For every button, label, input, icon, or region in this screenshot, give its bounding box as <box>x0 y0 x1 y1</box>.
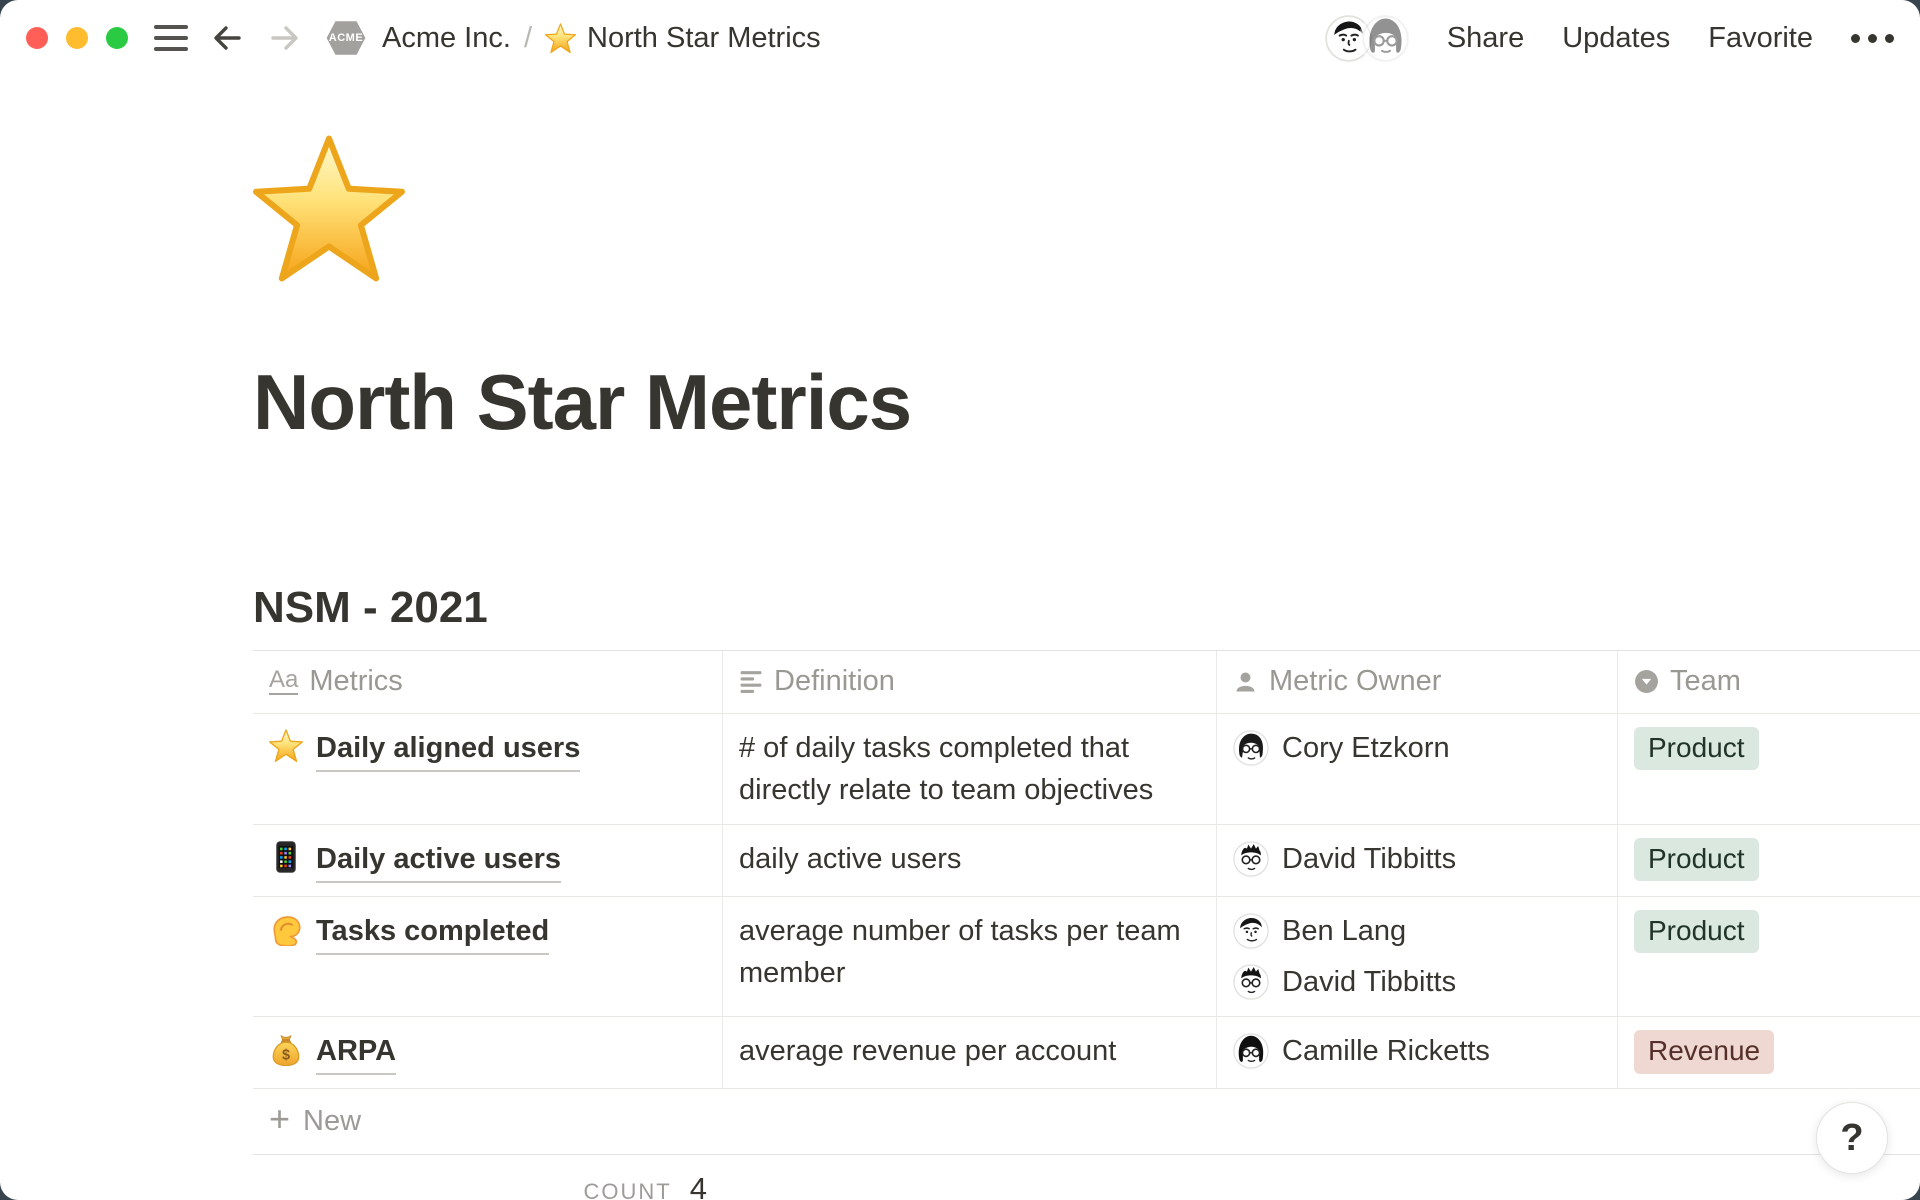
table-header-row: Aa Metrics Definition Metric Owner Team <box>253 650 1920 714</box>
question-mark-icon: ? <box>1840 1117 1863 1160</box>
table-row: Tasks completed average number of tasks … <box>253 897 1920 1017</box>
person-chip[interactable]: David Tibbitts <box>1233 838 1601 880</box>
mobile-phone-icon <box>269 840 303 874</box>
table-row: Daily aligned users # of daily tasks com… <box>253 714 1920 825</box>
back-button[interactable] <box>208 19 246 57</box>
metric-page-link[interactable]: ARPA <box>253 1017 723 1088</box>
team-cell[interactable]: Product <box>1618 897 1920 1016</box>
metric-name[interactable]: Tasks completed <box>316 910 549 955</box>
plus-icon: + <box>269 1101 290 1137</box>
sidebar-toggle-hamburger-icon[interactable] <box>154 25 188 51</box>
title-bar: ACME Acme Inc. / North Star Metrics Shar… <box>0 0 1920 76</box>
favorite-button[interactable]: Favorite <box>1708 22 1813 55</box>
person-chip[interactable]: David Tibbitts <box>1233 961 1601 1003</box>
metric-page-link[interactable]: Daily active users <box>253 825 723 896</box>
ben-avatar <box>1233 913 1269 949</box>
team-tag[interactable]: Product <box>1634 910 1759 954</box>
notion-window: ACME Acme Inc. / North Star Metrics Shar… <box>0 0 1920 1200</box>
column-header-team[interactable]: Team <box>1618 651 1920 713</box>
column-label: Metric Owner <box>1269 665 1441 698</box>
column-calculation[interactable]: COUNT 4 <box>253 1155 723 1200</box>
page-content: North Star Metrics NSM - 2021 Aa Metrics… <box>0 134 1920 1200</box>
owner-cell[interactable]: Cory Etzkorn <box>1217 714 1618 824</box>
star-icon <box>545 23 576 54</box>
section-heading[interactable]: NSM - 2021 <box>253 580 1920 635</box>
column-label: Definition <box>774 665 895 698</box>
window-controls <box>26 27 128 49</box>
more-options-ellipsis-icon[interactable] <box>1851 34 1894 43</box>
team-cell[interactable]: Product <box>1618 714 1920 824</box>
team-tag[interactable]: Product <box>1634 838 1759 882</box>
user-avatar-inactive[interactable] <box>1362 15 1409 62</box>
definition-cell[interactable]: average number of tasks per team member <box>723 897 1217 1016</box>
team-cell[interactable]: Revenue <box>1618 1017 1920 1088</box>
table-row: ARPA average revenue per account Camille… <box>253 1017 1920 1089</box>
close-window-button[interactable] <box>26 27 48 49</box>
new-row-label: New <box>303 1105 361 1138</box>
person-chip[interactable]: Camille Ricketts <box>1233 1030 1601 1072</box>
forward-arrow-icon <box>267 20 303 56</box>
column-header-definition[interactable]: Definition <box>723 651 1217 713</box>
owner-cell[interactable]: David Tibbitts <box>1217 825 1618 896</box>
updates-button[interactable]: Updates <box>1562 22 1670 55</box>
forward-button[interactable] <box>266 19 304 57</box>
definition-cell[interactable]: average revenue per account <box>723 1017 1217 1088</box>
metric-name[interactable]: Daily aligned users <box>316 727 580 772</box>
definition-cell[interactable]: daily active users <box>723 825 1217 896</box>
minimize-window-button[interactable] <box>66 27 88 49</box>
page-star-icon[interactable] <box>253 134 405 286</box>
new-row-button[interactable]: + New <box>253 1089 1920 1155</box>
breadcrumb-page[interactable]: North Star Metrics <box>587 22 821 55</box>
owner-cell[interactable]: Ben Lang David Tibbitts <box>1217 897 1618 1016</box>
person-icon <box>1233 670 1258 694</box>
david-avatar <box>1233 964 1269 1000</box>
metric-page-link[interactable]: Daily aligned users <box>253 714 723 824</box>
column-header-metric-owner[interactable]: Metric Owner <box>1217 651 1618 713</box>
page-title[interactable]: North Star Metrics <box>253 358 1920 448</box>
metric-page-link[interactable]: Tasks completed <box>253 897 723 1016</box>
team-cell[interactable]: Product <box>1618 825 1920 896</box>
person-chip[interactable]: Cory Etzkorn <box>1233 727 1601 769</box>
table-row: Daily active users daily active users Da… <box>253 825 1920 897</box>
owner-name: Cory Etzkorn <box>1282 727 1450 769</box>
zoom-window-button[interactable] <box>106 27 128 49</box>
presence-avatars <box>1325 15 1409 62</box>
camille-avatar <box>1233 1033 1269 1069</box>
team-tag[interactable]: Product <box>1634 727 1759 771</box>
metric-name[interactable]: ARPA <box>316 1030 396 1075</box>
owner-name: Ben Lang <box>1282 910 1406 952</box>
select-property-icon <box>1634 669 1659 694</box>
column-label: Team <box>1670 665 1741 698</box>
person-chip[interactable]: Ben Lang <box>1233 910 1601 952</box>
share-button[interactable]: Share <box>1447 22 1524 55</box>
count-value: 4 <box>690 1171 707 1200</box>
breadcrumb-separator: / <box>524 22 532 55</box>
owner-cell[interactable]: Camille Ricketts <box>1217 1017 1618 1088</box>
breadcrumb: ACME Acme Inc. / North Star Metrics <box>324 18 821 58</box>
david-avatar <box>1233 841 1269 877</box>
owner-name: David Tibbitts <box>1282 838 1456 880</box>
align-left-icon <box>739 669 763 694</box>
title-property-icon: Aa <box>269 668 298 695</box>
breadcrumb-workspace[interactable]: Acme Inc. <box>382 22 511 55</box>
metric-name[interactable]: Daily active users <box>316 838 561 883</box>
count-label: COUNT <box>583 1179 671 1200</box>
money-bag-icon <box>269 1032 303 1066</box>
column-header-metrics[interactable]: Aa Metrics <box>253 651 723 713</box>
owner-name: David Tibbitts <box>1282 961 1456 1003</box>
team-tag[interactable]: Revenue <box>1634 1030 1774 1074</box>
definition-cell[interactable]: # of daily tasks completed that directly… <box>723 714 1217 824</box>
back-arrow-icon <box>209 20 245 56</box>
metrics-table: Aa Metrics Definition Metric Owner Team <box>253 650 1920 1200</box>
owner-name: Camille Ricketts <box>1282 1030 1490 1072</box>
column-label: Metrics <box>309 665 402 698</box>
cory-avatar <box>1233 730 1269 766</box>
flexed-biceps-icon <box>269 912 303 946</box>
star-icon <box>269 729 303 763</box>
help-button[interactable]: ? <box>1816 1102 1888 1174</box>
workspace-logo-badge[interactable]: ACME <box>324 18 368 58</box>
